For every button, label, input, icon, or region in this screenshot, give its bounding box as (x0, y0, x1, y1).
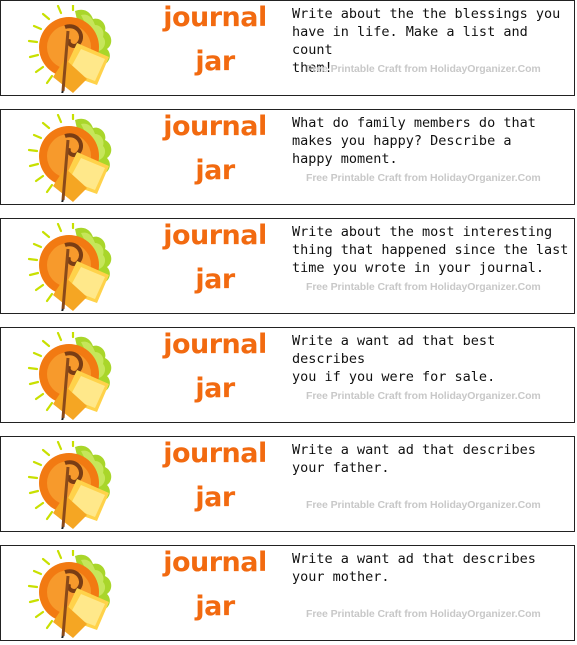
card-title-journal: journal (163, 329, 267, 360)
journal-sun-pen-icon (27, 332, 114, 420)
card-title-jar: jar (195, 264, 235, 295)
card-title-jar: jar (195, 46, 235, 77)
card-title-jar: jar (195, 373, 235, 404)
card-title-journal: journal (163, 2, 267, 33)
journal-prompt: Write a want ad that describes your fath… (292, 442, 536, 476)
credit-text: Free Printable Craft from HolidayOrganiz… (306, 281, 541, 293)
card-title-journal: journal (163, 547, 267, 578)
credit-text: Free Printable Craft from HolidayOrganiz… (306, 608, 541, 620)
credit-text: Free Printable Craft from HolidayOrganiz… (306, 499, 541, 511)
journal-prompt: Write a want ad that describes your moth… (292, 551, 536, 585)
journal-prompt: Write a want ad that best describes you … (292, 333, 496, 385)
journal-sun-pen-icon (27, 441, 114, 529)
journal-sun-pen-icon (27, 114, 114, 202)
card-title-jar: jar (195, 591, 235, 622)
journal-prompt: Write about the most interesting thing t… (292, 224, 569, 276)
credit-text: Free Printable Craft from HolidayOrganiz… (306, 172, 541, 184)
journal-prompt: What do family members do that makes you… (292, 115, 536, 167)
journal-card: journal jar Write a want ad that best de… (0, 327, 575, 423)
credit-text: Free Printable Craft from HolidayOrganiz… (306, 390, 541, 402)
journal-card: journal jar Write a want ad that describ… (0, 545, 575, 641)
journal-card: journal jar What do family members do th… (0, 109, 575, 205)
card-title-journal: journal (163, 220, 267, 251)
journal-sun-pen-icon (27, 5, 114, 93)
journal-card: journal jar Write about the most interes… (0, 218, 575, 314)
card-title-journal: journal (163, 438, 267, 469)
credit-text: Free Printable Craft from HolidayOrganiz… (306, 63, 541, 75)
card-title-journal: journal (163, 111, 267, 142)
card-title-jar: jar (195, 482, 235, 513)
journal-card: journal jar Write a want ad that describ… (0, 436, 575, 532)
card-title-jar: jar (195, 155, 235, 186)
journal-sun-pen-icon (27, 223, 114, 311)
journal-card: journal jar Write about the the blessing… (0, 0, 575, 96)
journal-sun-pen-icon (27, 550, 114, 638)
